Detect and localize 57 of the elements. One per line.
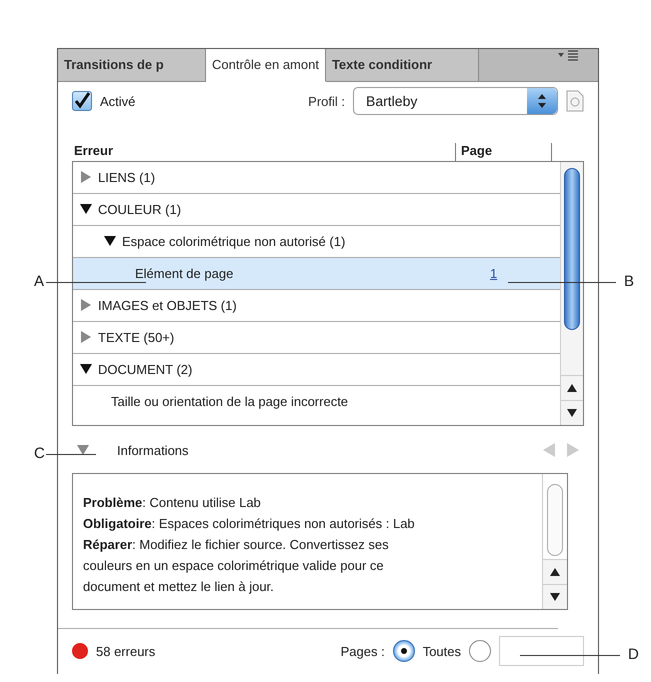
column-header: Erreur [73,142,114,160]
expanded-triangle-icon[interactable] [79,203,93,216]
expanded-triangle-icon[interactable] [76,444,90,456]
tree-row[interactable]: COULEUR (1) [73,194,560,226]
checkbox[interactable] [72,91,92,112]
page-link[interactable]: 1 [490,266,560,281]
up-arrow-icon [567,384,577,392]
tree-item-label: Taille ou orientation de la page incorrecte [111,394,348,410]
scrollbar[interactable] [560,162,583,425]
tree-row[interactable]: DOCUMENT (2) [73,354,560,386]
tree-row[interactable]: Elément de page 1 [73,258,560,290]
radio-label: Toutes [422,644,461,659]
column-header: Page [455,142,552,161]
tree-row[interactable]: Taille ou orientation de la page incorrecte [73,386,560,418]
section-title: Informations [117,442,189,458]
radio-button[interactable] [469,640,491,662]
leader-line [46,454,96,455]
info-text: Problème: Contenu utilise Lab [83,494,262,512]
collapsed-triangle-icon[interactable] [79,171,93,184]
callout-label: B [624,273,634,290]
profile-label: Profil : [308,94,345,109]
expanded-triangle-icon[interactable] [103,235,117,248]
up-arrow-icon [550,568,560,576]
callout-label: C [34,445,45,462]
collapsed-triangle-icon[interactable] [79,331,93,344]
callout-label: D [628,646,639,663]
scroll-down-button[interactable] [543,584,567,609]
tab[interactable]: Transitions de p [58,49,206,81]
down-arrow-icon [567,408,577,417]
tree-item-label: IMAGES et OBJETS (1) [98,298,237,313]
tree-row[interactable]: LIENS (1) [73,162,560,194]
scroll-up-button[interactable] [543,558,567,584]
down-arrow-icon [550,592,560,601]
stepper-arrows-icon [537,93,547,110]
tab[interactable]: Contrôle en amont [206,49,326,82]
tree-item-label: DOCUMENT (2) [98,362,192,377]
tree-item-label: LIENS (1) [98,170,156,185]
tree-item-label: Elément de page [135,266,234,281]
tree-item-label: COULEUR (1) [98,202,182,217]
radio-button[interactable] [392,640,415,662]
scrollbar[interactable] [542,474,567,609]
expanded-triangle-icon[interactable] [79,363,93,376]
checkbox-label: Activé [100,94,136,109]
tree-row[interactable]: IMAGES et OBJETS (1) [73,290,560,322]
tree-row[interactable]: TEXTE (50+) [73,322,560,354]
tab[interactable]: Texte conditionr [326,49,479,81]
info-text: Obligatoire: Espaces colorimétriques non autorisés : Lab [83,515,416,534]
callout-label: A [34,273,44,290]
tree-item-label: TEXTE (50+) [98,330,174,345]
tree-item-label: Espace colorimétrique non autorisé (1) [122,234,346,249]
info-text: Réparer: Modifiez le fichier source. Convertissez ses couleurs en un espace colorimétrique valide pour ce document et mettez le lien à jour. [83,536,390,596]
profile-dropdown[interactable]: Bartleby [353,87,558,116]
collapsed-triangle-icon[interactable] [79,299,93,312]
pages-label: Pages : [340,644,385,659]
error-count: 58 erreurs [96,644,156,659]
page-range-field[interactable] [499,636,584,666]
radio-dot-icon [400,648,407,654]
